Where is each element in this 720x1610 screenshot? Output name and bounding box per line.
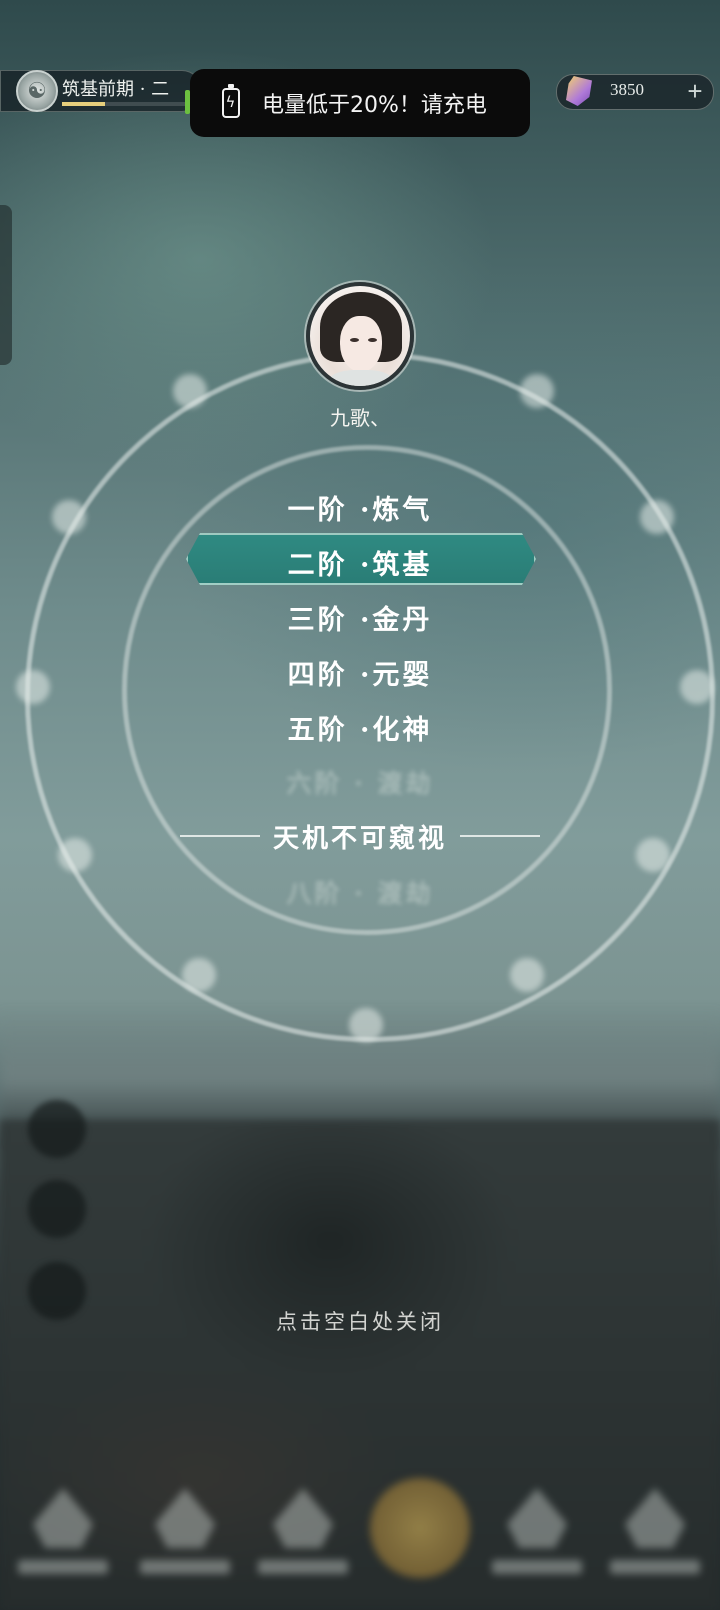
nav-icon xyxy=(33,1488,93,1548)
realm-emblem-icon: ☯ xyxy=(16,70,58,112)
side-menu-button[interactable] xyxy=(28,1180,86,1238)
nav-label xyxy=(140,1560,230,1574)
ring-node xyxy=(349,1008,383,1042)
realm-progress-bar xyxy=(62,102,186,106)
nav-item[interactable] xyxy=(258,1478,348,1588)
nav-item[interactable] xyxy=(18,1478,108,1588)
avatar-face xyxy=(340,316,382,372)
avatar-eye xyxy=(350,338,359,342)
currency-value: 3850 xyxy=(610,80,644,99)
realm-progress-fill xyxy=(62,102,106,106)
nav-icon xyxy=(625,1488,685,1548)
low-battery-toast: 电量低于20%！请充电 xyxy=(190,69,530,137)
stage-5[interactable]: 五阶 ·化神 xyxy=(0,708,720,747)
add-currency-button[interactable]: + xyxy=(682,74,708,108)
realm-title: 筑基前期 · 二 xyxy=(62,79,170,100)
stage-3[interactable]: 三阶 ·金丹 xyxy=(0,598,720,637)
close-hint[interactable]: 点击空白处关闭 xyxy=(0,1306,720,1336)
toast-message: 电量低于20%！请充电 xyxy=(262,93,487,118)
nav-label xyxy=(492,1560,582,1574)
nav-center-button[interactable] xyxy=(370,1478,470,1578)
nav-label xyxy=(18,1560,108,1574)
ring-node xyxy=(182,958,216,992)
ring-node xyxy=(510,958,544,992)
nav-label xyxy=(610,1560,700,1574)
nav-icon xyxy=(507,1488,567,1548)
side-menu-button[interactable] xyxy=(28,1100,86,1158)
nav-item[interactable] xyxy=(610,1478,700,1588)
battery-charging-icon xyxy=(222,84,240,118)
stage-6-hidden: 六阶 · 渡劫 xyxy=(286,769,434,798)
avatar-eye xyxy=(368,338,377,342)
stage-2-current[interactable]: 二阶 ·筑基 xyxy=(0,543,720,582)
nav-icon xyxy=(273,1488,333,1548)
nav-label xyxy=(258,1560,348,1574)
stage-1[interactable]: 一阶 ·炼气 xyxy=(0,488,720,527)
player-name: 九歌、 xyxy=(330,406,390,430)
stage-4[interactable]: 四阶 ·元婴 xyxy=(0,653,720,692)
nav-item[interactable] xyxy=(492,1478,582,1588)
nav-item[interactable] xyxy=(140,1478,230,1588)
nav-icon xyxy=(155,1488,215,1548)
side-drawer-tab[interactable] xyxy=(0,205,12,365)
sealed-label: 天机不可窥视 xyxy=(272,824,447,854)
stage-8-hidden: 八阶 · 渡劫 xyxy=(286,879,434,908)
player-avatar[interactable] xyxy=(306,282,414,390)
